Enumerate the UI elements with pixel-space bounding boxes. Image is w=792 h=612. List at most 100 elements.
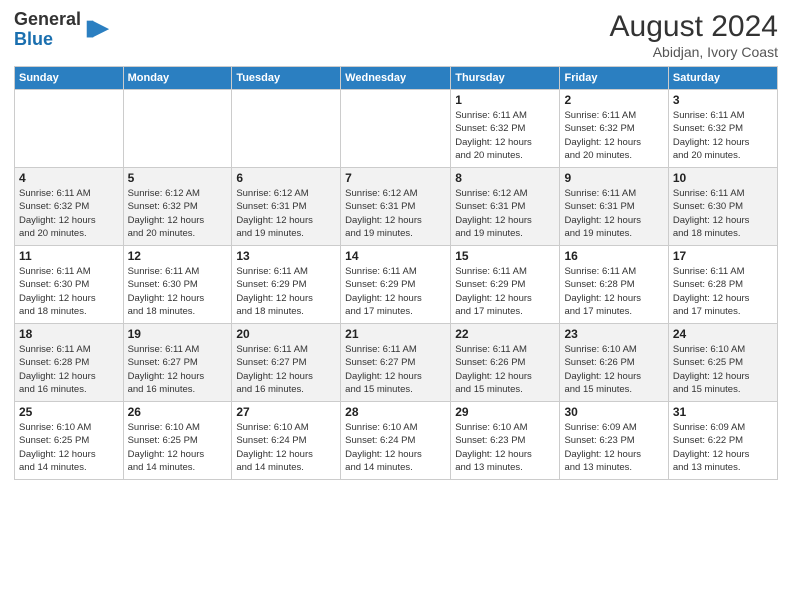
cell-info: Sunrise: 6:10 AM Sunset: 6:25 PM Dayligh… [19, 421, 119, 474]
table-row: 21Sunrise: 6:11 AM Sunset: 6:27 PM Dayli… [341, 324, 451, 402]
logo-general: General [14, 9, 81, 29]
table-row: 18Sunrise: 6:11 AM Sunset: 6:28 PM Dayli… [15, 324, 124, 402]
calendar-week-row: 1Sunrise: 6:11 AM Sunset: 6:32 PM Daylig… [15, 90, 778, 168]
header: General Blue August 2024 Abidjan, Ivory … [14, 10, 778, 60]
cell-day-number: 27 [236, 405, 336, 419]
table-row: 31 Sunrise: 6:09 AM Sunset: 6:22 PM Dayli… [668, 402, 777, 480]
cell-info: Sunrise: 6:11 AM Sunset: 6:26 PM Dayligh… [455, 343, 555, 396]
table-row [123, 90, 232, 168]
table-row: 19Sunrise: 6:11 AM Sunset: 6:27 PM Dayli… [123, 324, 232, 402]
cell-day-number: 24 [673, 327, 773, 341]
table-row: 14Sunrise: 6:11 AM Sunset: 6:29 PM Dayli… [341, 246, 451, 324]
col-saturday: Saturday [668, 67, 777, 90]
cell-info: Sunrise: 6:10 AM Sunset: 6:25 PM Dayligh… [673, 343, 773, 396]
cell-info: Sunrise: 6:11 AM Sunset: 6:28 PM Dayligh… [564, 265, 663, 318]
col-wednesday: Wednesday [341, 67, 451, 90]
cell-day-number: 4 [19, 171, 119, 185]
table-row: 23 Sunrise: 6:10 AM Sunset: 6:26 PM Dayli… [560, 324, 668, 402]
cell-day-number: 28 [345, 405, 446, 419]
table-row: 25 Sunrise: 6:10 AM Sunset: 6:25 PM Dayli… [15, 402, 124, 480]
cell-day-number: 13 [236, 249, 336, 263]
cell-day-number: 10 [673, 171, 773, 185]
table-row [15, 90, 124, 168]
cell-info: Sunrise: 6:11 AM Sunset: 6:28 PM Dayligh… [19, 343, 119, 396]
cell-info: Sunrise: 6:09 AM Sunset: 6:22 PM Dayligh… [673, 421, 773, 474]
cell-info: Sunrise: 6:10 AM Sunset: 6:25 PM Dayligh… [128, 421, 228, 474]
month-year: August 2024 [610, 10, 778, 44]
col-tuesday: Tuesday [232, 67, 341, 90]
cell-info: Sunrise: 6:11 AM Sunset: 6:29 PM Dayligh… [236, 265, 336, 318]
table-row: 26 Sunrise: 6:10 AM Sunset: 6:25 PM Dayli… [123, 402, 232, 480]
cell-day-number: 26 [128, 405, 228, 419]
cell-info: Sunrise: 6:11 AM Sunset: 6:31 PM Dayligh… [564, 187, 663, 240]
cell-info: Sunrise: 6:10 AM Sunset: 6:24 PM Dayligh… [236, 421, 336, 474]
cell-day-number: 15 [455, 249, 555, 263]
cell-info: Sunrise: 6:10 AM Sunset: 6:26 PM Dayligh… [564, 343, 663, 396]
logo-blue: Blue [14, 29, 53, 49]
cell-day-number: 30 [564, 405, 663, 419]
cell-day-number: 8 [455, 171, 555, 185]
cell-info: Sunrise: 6:11 AM Sunset: 6:32 PM Dayligh… [455, 109, 555, 162]
table-row: 11 Sunrise: 6:11 AM Sunset: 6:30 PM Dayli… [15, 246, 124, 324]
col-thursday: Thursday [451, 67, 560, 90]
table-row: 27 Sunrise: 6:10 AM Sunset: 6:24 PM Dayli… [232, 402, 341, 480]
cell-day-number: 12 [128, 249, 228, 263]
cell-day-number: 22 [455, 327, 555, 341]
cell-day-number: 23 [564, 327, 663, 341]
table-row: 13 Sunrise: 6:11 AM Sunset: 6:29 PM Dayli… [232, 246, 341, 324]
col-monday: Monday [123, 67, 232, 90]
calendar: Sunday Monday Tuesday Wednesday Thursday… [14, 66, 778, 480]
cell-info: Sunrise: 6:11 AM Sunset: 6:32 PM Dayligh… [19, 187, 119, 240]
cell-info: Sunrise: 6:11 AM Sunset: 6:32 PM Dayligh… [673, 109, 773, 162]
table-row: 7Sunrise: 6:12 AM Sunset: 6:31 PM Daylig… [341, 168, 451, 246]
table-row: 1Sunrise: 6:11 AM Sunset: 6:32 PM Daylig… [451, 90, 560, 168]
location: Abidjan, Ivory Coast [610, 44, 778, 60]
table-row: 3 Sunrise: 6:11 AM Sunset: 6:32 PM Daylig… [668, 90, 777, 168]
logo-text: General Blue [14, 10, 81, 50]
title-block: August 2024 Abidjan, Ivory Coast [610, 10, 778, 60]
cell-info: Sunrise: 6:11 AM Sunset: 6:30 PM Dayligh… [19, 265, 119, 318]
table-row: 6 Sunrise: 6:12 AM Sunset: 6:31 PM Daylig… [232, 168, 341, 246]
cell-info: Sunrise: 6:11 AM Sunset: 6:27 PM Dayligh… [236, 343, 336, 396]
cell-info: Sunrise: 6:12 AM Sunset: 6:32 PM Dayligh… [128, 187, 228, 240]
cell-info: Sunrise: 6:11 AM Sunset: 6:28 PM Dayligh… [673, 265, 773, 318]
table-row: 24 Sunrise: 6:10 AM Sunset: 6:25 PM Dayli… [668, 324, 777, 402]
cell-day-number: 25 [19, 405, 119, 419]
table-row: 10 Sunrise: 6:11 AM Sunset: 6:30 PM Dayli… [668, 168, 777, 246]
table-row: 28 Sunrise: 6:10 AM Sunset: 6:24 PM Dayli… [341, 402, 451, 480]
table-row: 17 Sunrise: 6:11 AM Sunset: 6:28 PM Dayli… [668, 246, 777, 324]
cell-info: Sunrise: 6:12 AM Sunset: 6:31 PM Dayligh… [455, 187, 555, 240]
logo: General Blue [14, 10, 111, 50]
cell-info: Sunrise: 6:11 AM Sunset: 6:29 PM Dayligh… [455, 265, 555, 318]
cell-info: Sunrise: 6:10 AM Sunset: 6:24 PM Dayligh… [345, 421, 446, 474]
cell-day-number: 9 [564, 171, 663, 185]
cell-day-number: 29 [455, 405, 555, 419]
cell-info: Sunrise: 6:11 AM Sunset: 6:30 PM Dayligh… [673, 187, 773, 240]
table-row [341, 90, 451, 168]
cell-info: Sunrise: 6:12 AM Sunset: 6:31 PM Dayligh… [236, 187, 336, 240]
cell-info: Sunrise: 6:11 AM Sunset: 6:32 PM Dayligh… [564, 109, 663, 162]
cell-info: Sunrise: 6:11 AM Sunset: 6:30 PM Dayligh… [128, 265, 228, 318]
table-row: 30 Sunrise: 6:09 AM Sunset: 6:23 PM Dayli… [560, 402, 668, 480]
calendar-header-row: Sunday Monday Tuesday Wednesday Thursday… [15, 67, 778, 90]
col-friday: Friday [560, 67, 668, 90]
cell-day-number: 6 [236, 171, 336, 185]
logo-icon [83, 16, 111, 44]
calendar-week-row: 25 Sunrise: 6:10 AM Sunset: 6:25 PM Dayli… [15, 402, 778, 480]
calendar-week-row: 18Sunrise: 6:11 AM Sunset: 6:28 PM Dayli… [15, 324, 778, 402]
cell-day-number: 17 [673, 249, 773, 263]
cell-day-number: 31 [673, 405, 773, 419]
table-row: 4 Sunrise: 6:11 AM Sunset: 6:32 PM Daylig… [15, 168, 124, 246]
cell-day-number: 16 [564, 249, 663, 263]
table-row: 12 Sunrise: 6:11 AM Sunset: 6:30 PM Dayli… [123, 246, 232, 324]
cell-day-number: 3 [673, 93, 773, 107]
cell-day-number: 5 [128, 171, 228, 185]
cell-info: Sunrise: 6:09 AM Sunset: 6:23 PM Dayligh… [564, 421, 663, 474]
cell-info: Sunrise: 6:10 AM Sunset: 6:23 PM Dayligh… [455, 421, 555, 474]
page: General Blue August 2024 Abidjan, Ivory … [0, 0, 792, 612]
table-row: 15 Sunrise: 6:11 AM Sunset: 6:29 PM Dayli… [451, 246, 560, 324]
cell-info: Sunrise: 6:11 AM Sunset: 6:27 PM Dayligh… [345, 343, 446, 396]
cell-day-number: 11 [19, 249, 119, 263]
cell-day-number: 2 [564, 93, 663, 107]
calendar-week-row: 4 Sunrise: 6:11 AM Sunset: 6:32 PM Daylig… [15, 168, 778, 246]
